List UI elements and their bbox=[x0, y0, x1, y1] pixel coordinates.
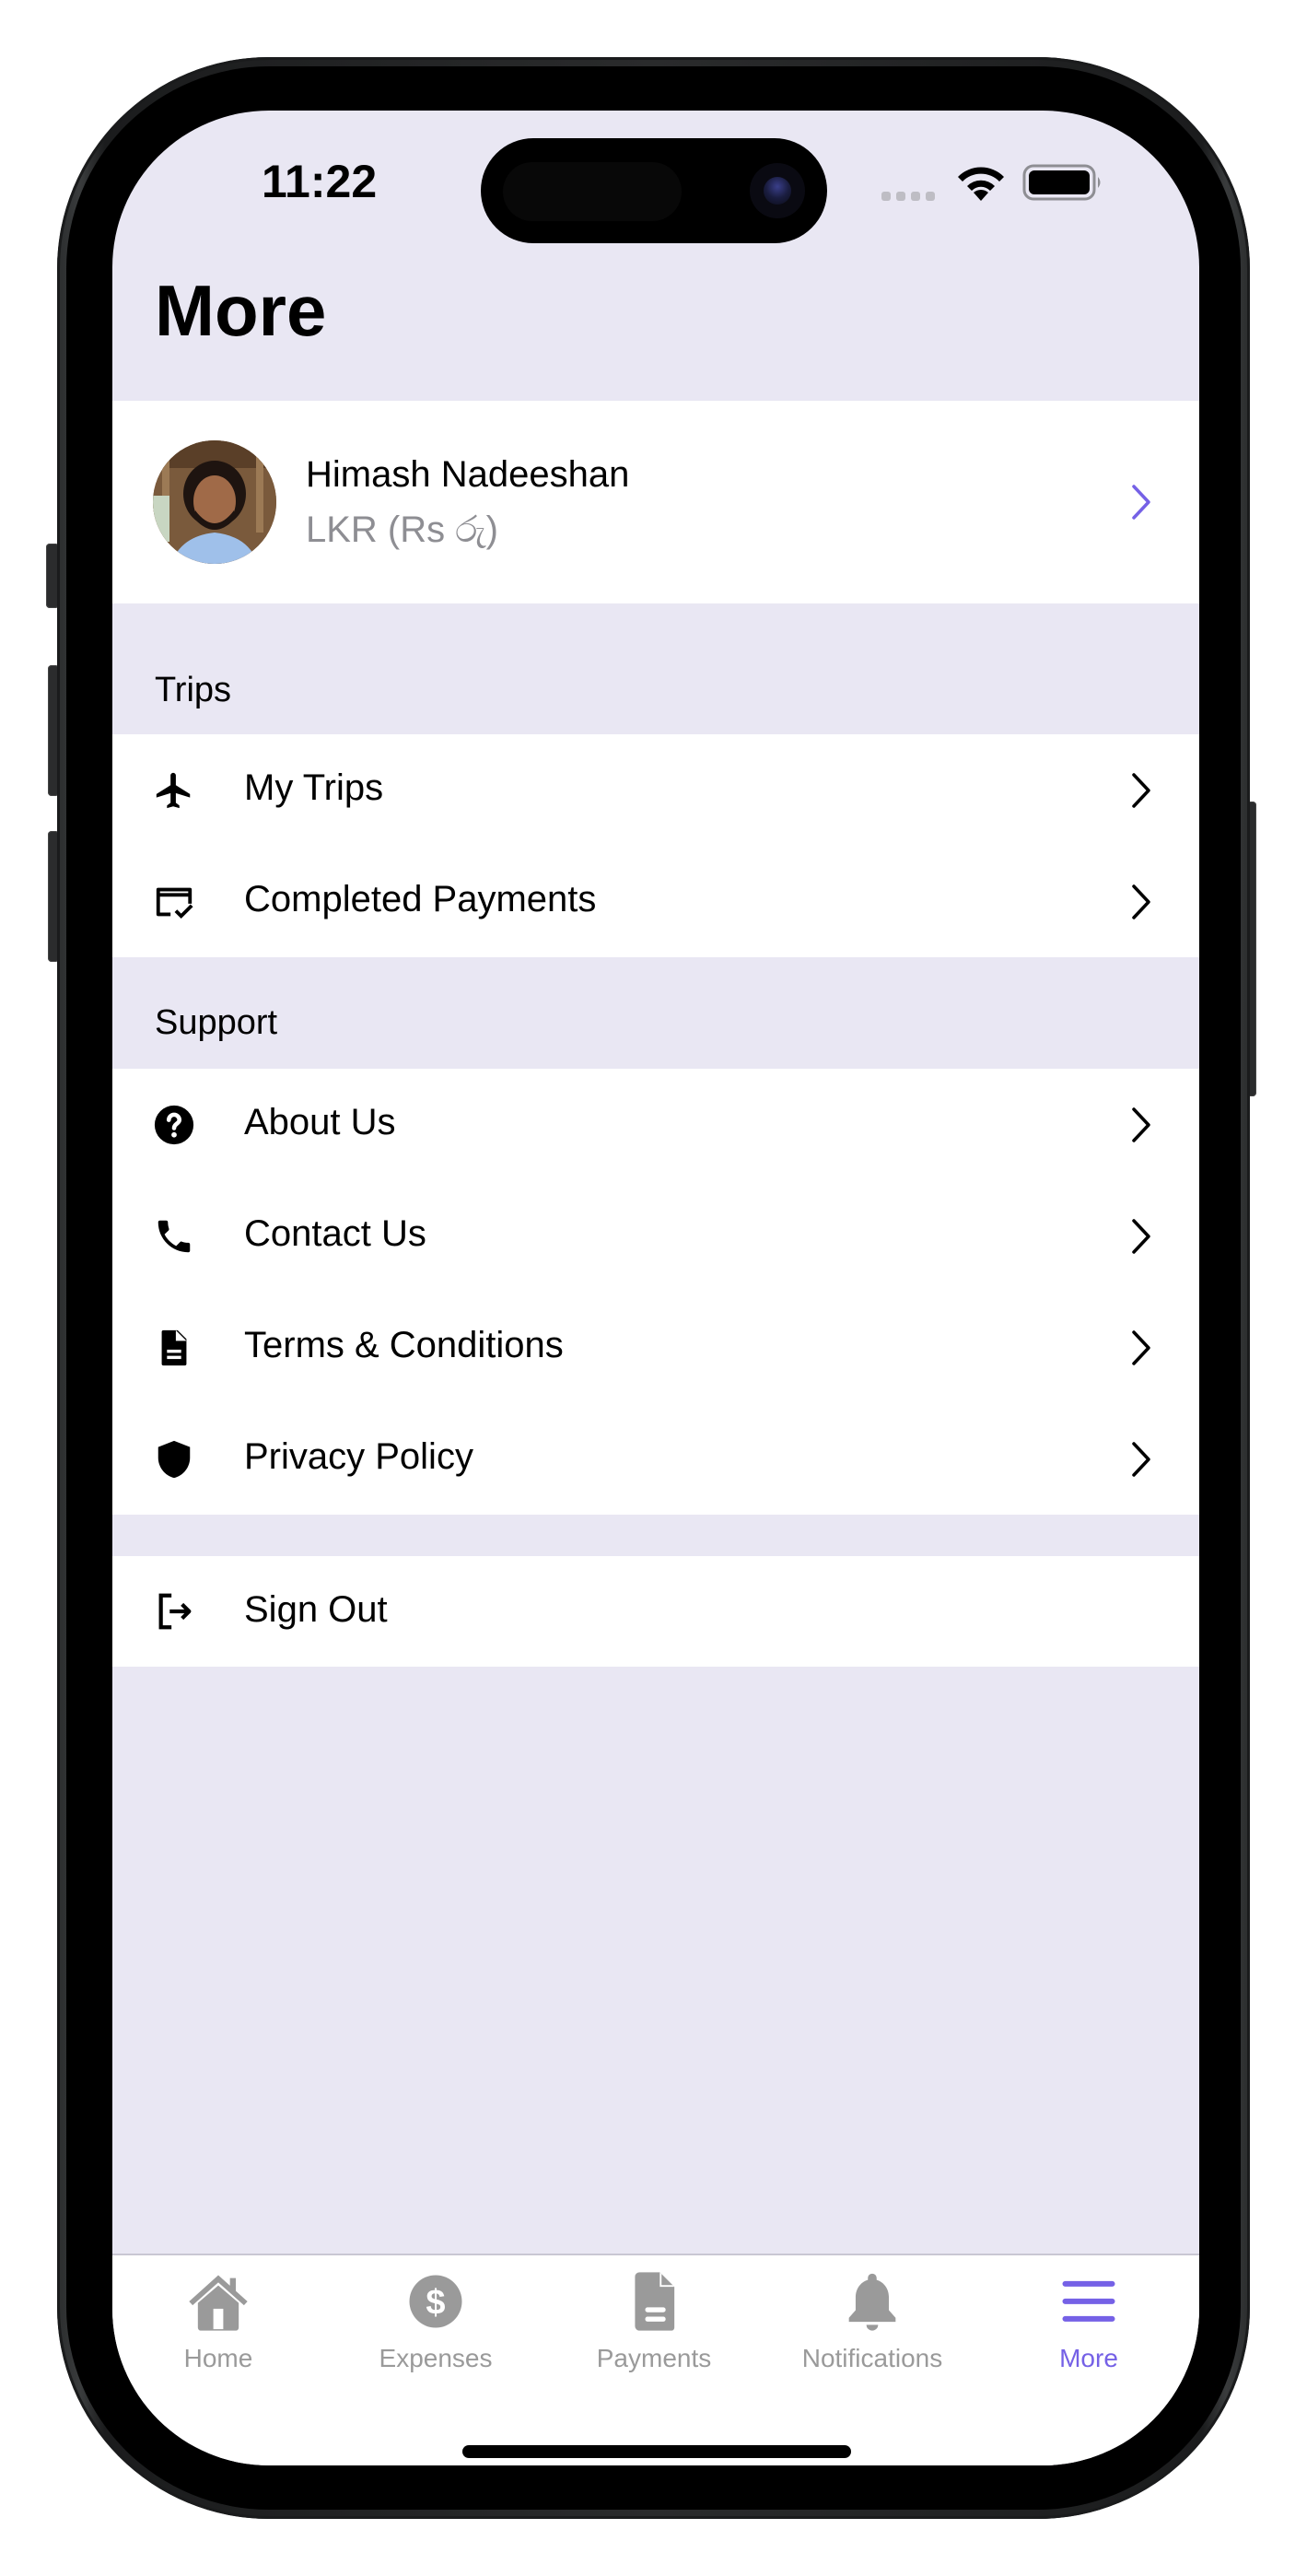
home-indicator[interactable] bbox=[462, 2445, 851, 2458]
front-camera-icon bbox=[750, 163, 805, 218]
tab-payments[interactable]: Payments bbox=[562, 2266, 746, 2377]
chevron-right-icon bbox=[1132, 884, 1150, 919]
home-icon bbox=[189, 2275, 248, 2331]
tab-expenses[interactable]: $ Expenses bbox=[344, 2266, 528, 2377]
help-circle-icon bbox=[154, 1105, 194, 1145]
profile-name: Himash Nadeeshan bbox=[306, 454, 630, 495]
card-check-icon bbox=[156, 887, 193, 919]
avatar bbox=[153, 440, 276, 564]
profile-row[interactable]: Himash Nadeeshan LKR (Rs රු) bbox=[112, 401, 1199, 603]
section-header-support: Support bbox=[112, 957, 1199, 1069]
tab-home[interactable]: Home bbox=[126, 2266, 310, 2377]
chevron-right-icon bbox=[1132, 1330, 1150, 1365]
settings-list: Himash Nadeeshan LKR (Rs රු) Trips My Tr… bbox=[112, 401, 1199, 1667]
tab-label: More bbox=[1059, 2344, 1118, 2372]
section-title: Support bbox=[155, 1003, 278, 1042]
support-group: About Us Contact Us Terms & Conditions P… bbox=[112, 1069, 1199, 1515]
tab-label: Expenses bbox=[379, 2344, 493, 2372]
chevron-right-icon bbox=[1132, 1219, 1150, 1254]
tab-notifications[interactable]: Notifications bbox=[780, 2266, 964, 2377]
bell-icon bbox=[848, 2273, 896, 2331]
avatar-photo bbox=[153, 440, 276, 564]
menu-item-label: Terms & Conditions bbox=[244, 1325, 564, 1365]
sign-out-button[interactable]: Sign Out bbox=[112, 1556, 1199, 1667]
shield-icon bbox=[158, 1440, 191, 1479]
tab-bar: Home $ Expenses Payments Notifications M… bbox=[112, 2254, 1199, 2465]
menu-item-label: My Trips bbox=[244, 767, 384, 808]
menu-item-terms-conditions[interactable]: Terms & Conditions bbox=[112, 1292, 1199, 1403]
section-title: Trips bbox=[155, 671, 232, 709]
wifi-icon bbox=[958, 167, 1004, 201]
menu-item-my-trips[interactable]: My Trips bbox=[112, 734, 1199, 846]
logout-icon bbox=[158, 1593, 192, 1630]
chevron-right-icon bbox=[1132, 1442, 1150, 1477]
status-time: 11:22 bbox=[262, 156, 378, 207]
tab-label: Payments bbox=[596, 2344, 712, 2372]
phone-icon bbox=[158, 1220, 191, 1253]
section-spacer bbox=[112, 1515, 1199, 1556]
tab-label: Home bbox=[183, 2344, 253, 2372]
menu-item-contact-us[interactable]: Contact Us bbox=[112, 1180, 1199, 1292]
tab-label: Notifications bbox=[801, 2344, 943, 2372]
sign-out-label: Sign Out bbox=[244, 1589, 388, 1630]
menu-item-completed-payments[interactable]: Completed Payments bbox=[112, 846, 1199, 957]
menu-item-about-us[interactable]: About Us bbox=[112, 1069, 1199, 1180]
menu-item-label: About Us bbox=[244, 1102, 396, 1142]
screen: 11:22 More Himash Nadeeshan LKR (Rs රු) … bbox=[112, 111, 1199, 2465]
document-icon bbox=[161, 1329, 187, 1366]
dollar-circle-icon: $ bbox=[409, 2275, 462, 2328]
island-sensor bbox=[503, 162, 682, 221]
menu-item-privacy-policy[interactable]: Privacy Policy bbox=[112, 1403, 1199, 1515]
battery-full-icon bbox=[1022, 164, 1101, 201]
chevron-right-icon bbox=[1132, 1107, 1150, 1142]
menu-item-label: Completed Payments bbox=[244, 879, 597, 919]
menu-icon bbox=[1062, 2280, 1115, 2322]
page-title: More bbox=[155, 270, 327, 351]
trips-group: My Trips Completed Payments bbox=[112, 734, 1199, 957]
menu-item-label: Contact Us bbox=[244, 1213, 426, 1254]
signal-dots-icon bbox=[881, 192, 935, 201]
tab-more[interactable]: More bbox=[997, 2266, 1181, 2377]
svg-text:$: $ bbox=[426, 2284, 445, 2323]
menu-item-label: Privacy Policy bbox=[244, 1436, 473, 1477]
airplane-icon bbox=[156, 772, 191, 809]
chevron-right-icon bbox=[1132, 773, 1150, 808]
document-icon bbox=[635, 2272, 675, 2331]
section-header-trips: Trips bbox=[112, 603, 1199, 734]
profile-currency: LKR (Rs රු) bbox=[306, 509, 499, 550]
dynamic-island bbox=[481, 138, 827, 243]
chevron-right-icon bbox=[1132, 485, 1150, 520]
